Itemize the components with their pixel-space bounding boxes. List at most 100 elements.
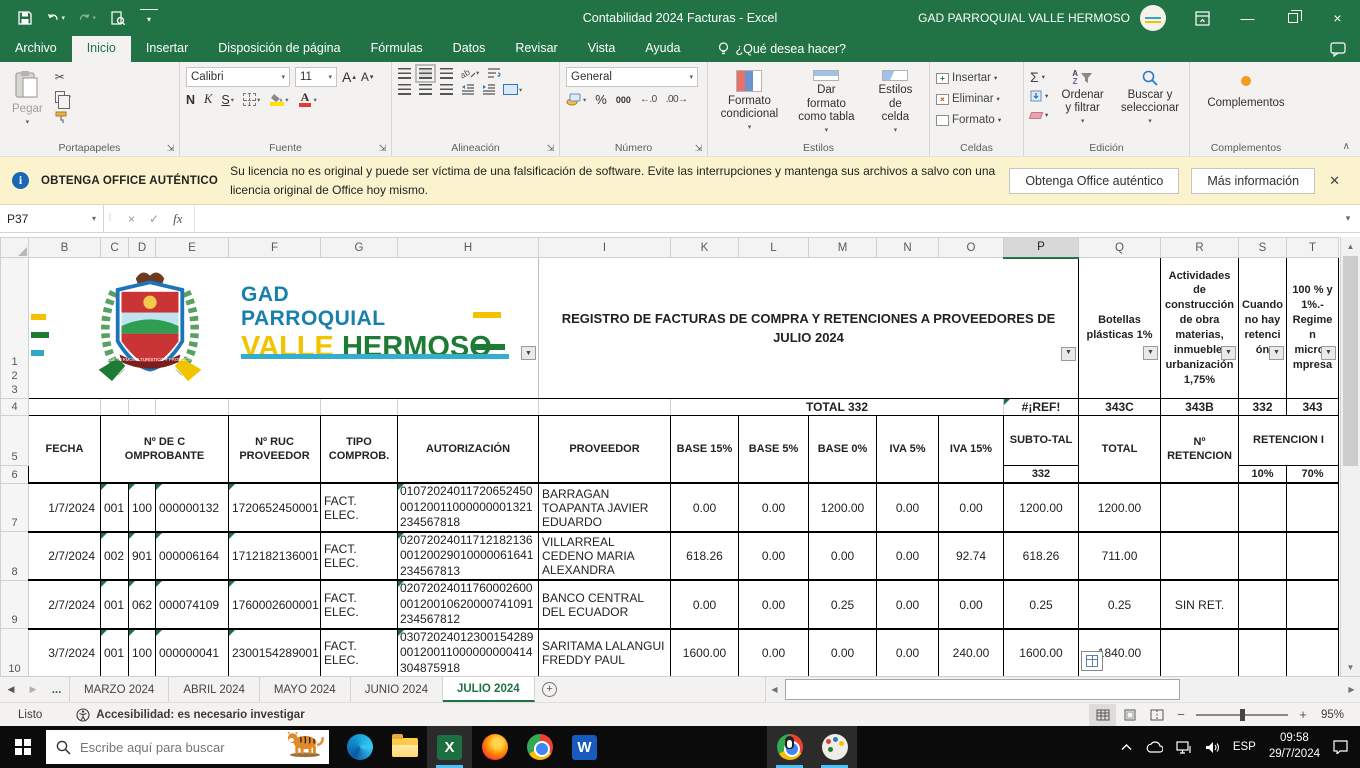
sheet-tabs-overflow[interactable]: ... (44, 677, 70, 702)
avatar[interactable] (1140, 5, 1166, 31)
fill-button[interactable]: ▾ (1030, 88, 1048, 104)
row-header-6[interactable]: 6 (1, 466, 29, 484)
column-header-e[interactable]: E (156, 238, 229, 258)
alignment-dialog-launcher[interactable]: ⇲ (545, 142, 556, 153)
select-all-corner[interactable] (1, 238, 29, 258)
column-header-d[interactable]: D (129, 238, 156, 258)
cell-iva5[interactable]: 0.00 (877, 580, 939, 629)
cell-empty[interactable] (229, 399, 321, 416)
cell-total[interactable]: 0.25 (1079, 580, 1161, 629)
cell-num-retencion[interactable]: SIN RET. (1161, 580, 1239, 629)
sheet-tab-julio-active[interactable]: JULIO 2024 (443, 677, 535, 702)
align-bottom-icon[interactable] (440, 68, 453, 79)
cell-subtotal[interactable]: 1200.00 (1004, 483, 1079, 532)
cell-tipo[interactable]: FACT. ELEC. (321, 580, 398, 629)
taskbar-chrome-icon[interactable] (517, 726, 562, 768)
volume-icon[interactable] (1205, 741, 1220, 754)
number-format-select[interactable]: General▾ (566, 67, 698, 87)
scroll-left-icon[interactable]: ◀ (766, 685, 783, 694)
find-select-button[interactable]: Buscar y seleccionar▾ (1117, 67, 1183, 138)
cell-empty[interactable] (29, 399, 101, 416)
cut-button[interactable]: ✂ (55, 69, 71, 85)
align-center-icon[interactable] (419, 84, 432, 95)
sheet-tab-abril[interactable]: ABRIL 2024 (169, 677, 260, 702)
column-header-g[interactable]: G (321, 238, 398, 258)
cell-empty[interactable] (539, 399, 671, 416)
scroll-up-icon[interactable]: ▲ (1341, 237, 1360, 255)
header-autorizacion[interactable]: AUTORIZACIÓN (398, 416, 539, 484)
cell-comprobante-1[interactable]: 002 (101, 532, 129, 581)
account-name[interactable]: GAD PARROQUIAL VALLE HERMOSO (918, 11, 1130, 25)
clear-button[interactable]: ▾ (1030, 107, 1048, 123)
column-header-i[interactable]: I (539, 238, 671, 258)
cell-tipo[interactable]: FACT. ELEC. (321, 483, 398, 532)
cell-base5[interactable]: 0.00 (739, 532, 809, 581)
restore-button[interactable] (1270, 0, 1315, 36)
cell-comprobante-2[interactable]: 100 (129, 629, 156, 676)
column-header-k[interactable]: K (671, 238, 739, 258)
format-cells-button[interactable]: Formato▾ (936, 112, 1001, 128)
insert-cells-button[interactable]: Insertar▾ (936, 70, 1001, 86)
taskbar-paint-icon[interactable] (812, 726, 857, 768)
column-header-l[interactable]: L (739, 238, 809, 258)
cell-tipo[interactable]: FACT. ELEC. (321, 532, 398, 581)
comma-style-button[interactable]: 000 (616, 95, 631, 105)
vertical-scrollbar[interactable]: ▲ ▼ (1340, 237, 1360, 676)
customize-qat-icon[interactable]: ▾ (140, 9, 158, 27)
cell-fecha[interactable]: 2/7/2024 (29, 532, 101, 581)
header-ruc[interactable]: Nº RUC PROVEEDOR (229, 416, 321, 484)
filter-dropdown-icon[interactable]: ▼ (1143, 346, 1158, 360)
wrap-text-button[interactable] (487, 67, 501, 79)
font-color-button[interactable]: A▾ (298, 92, 317, 107)
tab-ayuda[interactable]: Ayuda (630, 36, 695, 62)
header-subtotal[interactable]: SUBTO-TAL (1004, 416, 1079, 466)
taskbar-file-explorer-icon[interactable] (382, 726, 427, 768)
undo-icon[interactable]: ▾ (47, 9, 65, 27)
cell-base0[interactable]: 0.00 (809, 532, 877, 581)
taskbar-firefox-icon[interactable] (472, 726, 517, 768)
redo-icon[interactable]: ▾ (78, 9, 96, 27)
taskbar-edge-icon[interactable] (337, 726, 382, 768)
language-indicator[interactable]: ESP (1233, 741, 1256, 753)
cell-logo[interactable]: VALLE HERMOSO TURÍSTICO Y PRODUCTIVO GAD… (29, 258, 539, 399)
cell-comprobante-2[interactable]: 062 (129, 580, 156, 629)
cell-comprobante-3[interactable]: 000000132 (156, 483, 229, 532)
cell-base15[interactable]: 618.26 (671, 532, 739, 581)
row-header[interactable]: 7 (1, 483, 29, 532)
cell-retencion-70[interactable] (1287, 580, 1339, 629)
page-layout-view-button[interactable] (1116, 704, 1143, 726)
cell-343b[interactable]: 343B (1161, 399, 1239, 416)
cell-base5[interactable]: 0.00 (739, 580, 809, 629)
paste-button[interactable]: Pegar ▾ (6, 67, 49, 138)
underline-button[interactable]: S▾ (221, 93, 234, 107)
cell-comprobante-1[interactable]: 001 (101, 629, 129, 676)
cell-iva15[interactable]: 92.74 (939, 532, 1004, 581)
name-box-dropdown-icon[interactable]: ▾ (92, 214, 96, 223)
header-10pct[interactable]: 10% (1239, 466, 1287, 484)
column-header-b[interactable]: B (29, 238, 101, 258)
cell-retencion-10[interactable] (1239, 580, 1287, 629)
new-sheet-button[interactable]: + (535, 677, 565, 702)
accounting-format-button[interactable]: ▾ (566, 93, 586, 106)
expand-formula-bar-icon[interactable]: ▾ (1336, 205, 1360, 232)
name-box[interactable]: P37 ▾ (0, 205, 104, 232)
cell-comprobante-2[interactable]: 901 (129, 532, 156, 581)
cell-base15[interactable]: 0.00 (671, 580, 739, 629)
column-header-n[interactable]: N (877, 238, 939, 258)
column-header-o[interactable]: O (939, 238, 1004, 258)
header-70pct[interactable]: 70% (1287, 466, 1339, 484)
tab-datos[interactable]: Datos (438, 36, 501, 62)
autosum-button[interactable]: Σ▾ (1030, 69, 1048, 85)
cell-autorizacion[interactable]: 0207202401171218213600120029010000061641… (398, 532, 539, 581)
row-header[interactable]: 10 (1, 629, 29, 676)
cell-fecha[interactable]: 1/7/2024 (29, 483, 101, 532)
number-dialog-launcher[interactable]: ⇲ (693, 142, 704, 153)
increase-decimal-button[interactable]: ←.0 (640, 94, 657, 105)
cell-subtotal[interactable]: 0.25 (1004, 580, 1079, 629)
cell-332[interactable]: 332 (1239, 399, 1287, 416)
cell-comprobante-3[interactable]: 000000041 (156, 629, 229, 676)
bold-button[interactable]: N (186, 93, 195, 107)
sheet-nav-left-icon[interactable]: ◀ (0, 677, 22, 702)
zoom-out-icon[interactable]: − (1170, 707, 1192, 722)
cell-num-retencion[interactable] (1161, 483, 1239, 532)
